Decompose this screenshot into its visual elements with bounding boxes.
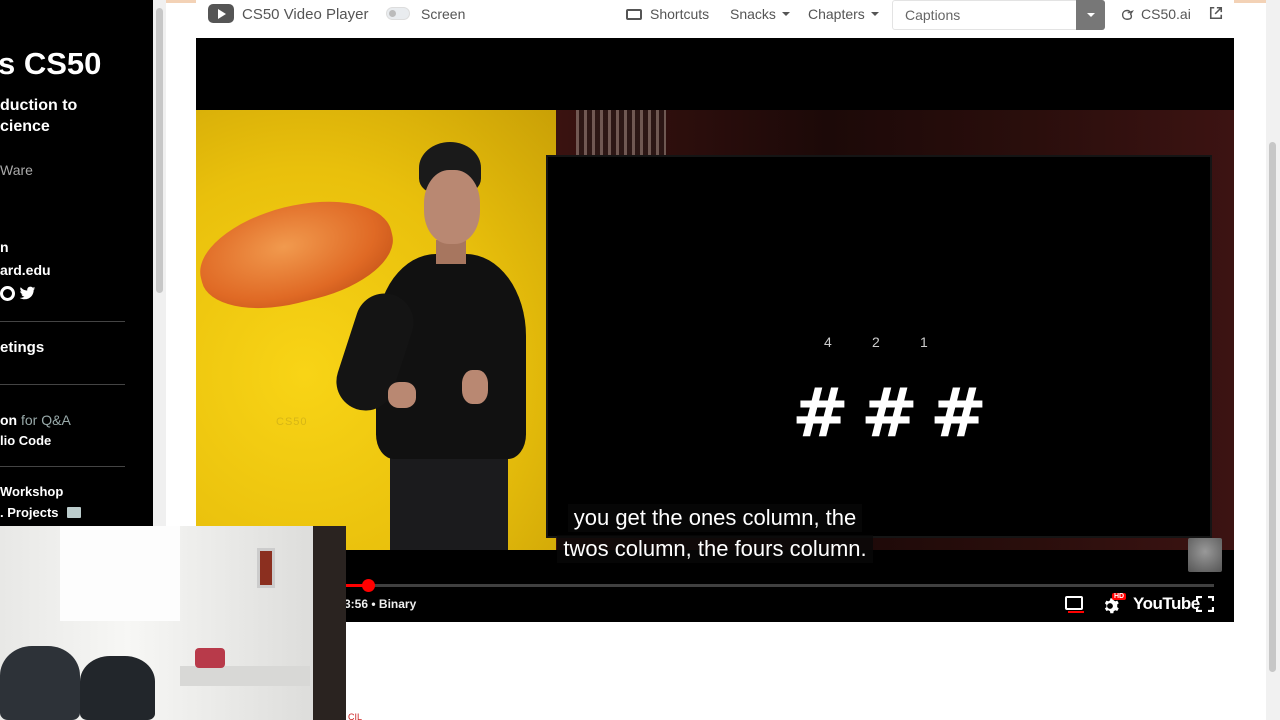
duck-cs50-mark: CS50 <box>276 416 308 428</box>
lecturer-hand <box>462 370 488 404</box>
shortcuts-button[interactable]: Shortcuts <box>626 6 709 22</box>
webcam-desk <box>180 666 310 686</box>
lecturer <box>328 142 546 550</box>
shortcuts-label: Shortcuts <box>650 6 710 22</box>
image-icon <box>66 507 81 518</box>
fullscreen-icon[interactable] <box>1196 596 1214 612</box>
progress-bar[interactable] <box>346 579 1214 592</box>
chapters-dropdown[interactable]: Chapters <box>808 6 879 22</box>
social-links <box>0 286 36 301</box>
sidebar: s CS50 duction to cience Ware n ard.edu … <box>0 0 153 526</box>
course-subtitle-line2: cience <box>0 118 50 135</box>
caption-text: twos column, the fours column. <box>557 535 873 563</box>
subtitles-icon[interactable] <box>1065 596 1084 613</box>
snacks-label: Snacks <box>730 6 776 22</box>
external-link-icon[interactable] <box>1209 6 1223 20</box>
place-value-4: 4 <box>824 334 832 350</box>
sidebar-email-link[interactable]: ard.edu <box>0 262 51 278</box>
sidebar-item-vscode[interactable]: lio Code <box>0 433 51 448</box>
youtube-logo-icon <box>208 4 234 23</box>
sidebar-divider <box>0 321 125 322</box>
player-title: CS50 Video Player <box>242 5 369 23</box>
screen-toggle[interactable] <box>386 7 410 20</box>
hash-symbol: # <box>860 374 918 453</box>
course-subtitle-line1: duction to <box>0 97 78 114</box>
youtube-wordmark[interactable]: YouTube <box>1133 594 1200 614</box>
captions-dropdown-button[interactable] <box>1076 0 1105 30</box>
sidebar-ware: Ware <box>0 162 33 178</box>
video-frame: CS50 4 2 1 # # # <box>196 110 1234 550</box>
sidebar-author: n <box>0 239 9 255</box>
webcam-door <box>313 526 346 720</box>
webcam-picture-frame <box>257 548 275 588</box>
hash-symbol: # <box>792 374 849 453</box>
sidebar-item-qa-muted: for Q&A <box>17 412 71 428</box>
twitter-icon[interactable] <box>19 286 36 301</box>
threads-icon[interactable] <box>0 286 15 301</box>
captions-select[interactable]: Captions <box>892 0 1105 30</box>
stage-lights <box>576 110 666 156</box>
time-chapter: 3:56 • Binary <box>344 597 416 611</box>
cs50ai-link[interactable]: CS50.ai <box>1120 6 1191 22</box>
place-value-1: 1 <box>920 334 928 350</box>
current-time: 3:56 <box>344 597 369 611</box>
webcam-label: CIL <box>348 712 363 720</box>
chapter-name[interactable]: Binary <box>379 597 416 611</box>
page: s CS50 duction to cience Ware n ard.edu … <box>0 0 1280 720</box>
caption-text: you get the ones column, the <box>567 504 863 532</box>
webcam-desk-items <box>195 648 225 668</box>
snacks-dropdown[interactable]: Snacks <box>730 6 790 22</box>
page-scrollbar[interactable] <box>1266 0 1280 720</box>
hash-symbols: # # # <box>792 374 987 453</box>
sidebar-scrollbar-thumb[interactable] <box>156 8 163 293</box>
webcam-overlay <box>0 526 346 720</box>
webcam-chair <box>80 656 155 720</box>
settings-gear-icon[interactable]: HD <box>1100 593 1127 621</box>
sidebar-item-qa[interactable]: on for Q&A <box>0 412 71 428</box>
keyboard-icon <box>626 8 642 20</box>
sidebar-item-qa-label: on <box>0 412 18 428</box>
lecturer-face <box>424 170 480 244</box>
chapters-label: Chapters <box>808 6 865 22</box>
lecturer-hand <box>388 382 416 408</box>
caption-line-2: twos column, the fours column. <box>196 535 1234 563</box>
duck-icon <box>1121 9 1134 20</box>
caret-down-icon <box>870 12 879 16</box>
cs50ai-label: CS50.ai <box>1141 6 1191 22</box>
player-toolbar: CS50 Video Player Screen Shortcuts Snack… <box>196 0 1234 38</box>
channel-avatar[interactable] <box>1188 538 1222 572</box>
course-title[interactable]: s CS50 <box>0 46 101 82</box>
place-value-2: 2 <box>872 334 880 350</box>
course-subtitle: duction to cience <box>0 95 77 137</box>
hash-symbol: # <box>929 374 987 453</box>
sidebar-divider <box>0 466 125 467</box>
sidebar-scrollbar[interactable] <box>153 0 166 526</box>
webcam-chair <box>0 646 80 720</box>
page-scrollbar-thumb[interactable] <box>1269 142 1276 672</box>
progress-scrubber[interactable] <box>361 579 375 592</box>
screen-toggle-label[interactable]: Screen <box>421 6 465 22</box>
hd-badge: HD <box>1112 593 1127 600</box>
sidebar-item-meetings[interactable]: etings <box>0 339 44 356</box>
sidebar-divider <box>0 384 125 385</box>
caret-down-icon <box>781 12 790 16</box>
video-player[interactable]: CS50 4 2 1 # # # you get the ones column… <box>196 38 1234 622</box>
sidebar-item-projects[interactable]: . Projects <box>0 505 81 520</box>
chapter-separator: • <box>371 597 376 611</box>
sidebar-item-projects-label: . Projects <box>0 505 59 520</box>
caption-line-1: you get the ones column, the <box>196 504 1234 532</box>
webcam-window-light <box>60 526 180 621</box>
sidebar-item-workshop[interactable]: Workshop <box>0 484 63 499</box>
